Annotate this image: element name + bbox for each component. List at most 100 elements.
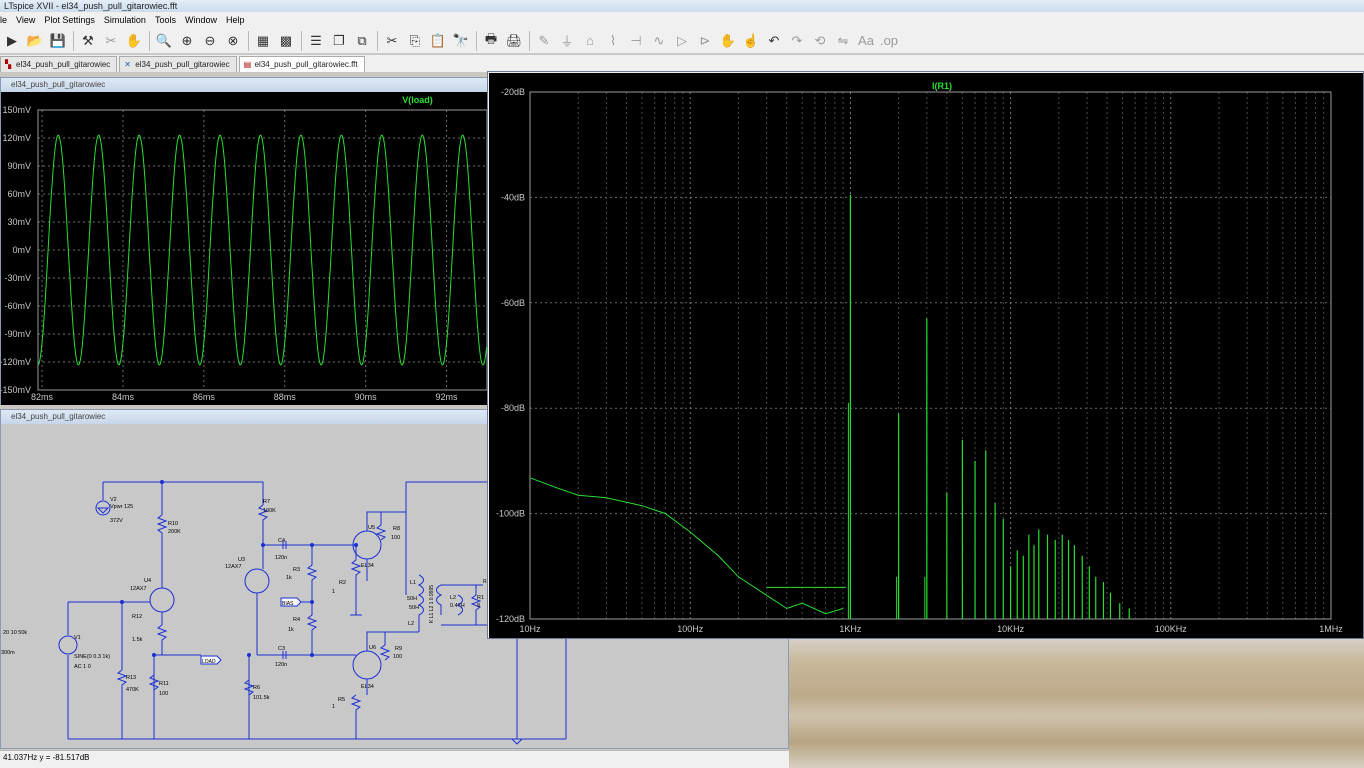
r4-label: R4	[293, 617, 300, 623]
open-folder-icon[interactable]: 📂	[25, 31, 45, 51]
transient-plot-svg: V(load) 150mV 120mV 90mV 60mV 30mV 0mV -30mV -60…	[1, 95, 488, 402]
tile-horizontal-icon[interactable]: ☰	[306, 31, 326, 51]
zoom-out-icon[interactable]: ⊖	[200, 31, 220, 51]
u6-value: EL34	[361, 684, 374, 690]
save-icon[interactable]: 💾	[48, 31, 68, 51]
y-tick-label: -120dB	[496, 614, 525, 624]
y-tick-label: -40dB	[501, 192, 525, 202]
y-tick-label: 150mV	[2, 105, 31, 115]
transient-plot-window: el34_push_pull_gitarowiec V(load) 150mV 12…	[0, 77, 488, 405]
x-tick-label: 84ms	[112, 392, 135, 402]
y-tick-label: -150mV	[1, 385, 31, 395]
r1-value: 8	[477, 603, 480, 609]
cascade-icon[interactable]: ❐	[329, 31, 349, 51]
component-icon[interactable]: ⊳	[695, 31, 715, 51]
move-hand-icon[interactable]: ✋	[718, 31, 738, 51]
u4-label: U4	[144, 578, 151, 584]
control-panel-icon[interactable]: ⚒	[78, 31, 98, 51]
x-tick-label: 86ms	[193, 392, 216, 402]
r1-label: R1	[477, 595, 484, 601]
menu-file[interactable]: le	[0, 15, 7, 25]
print-icon[interactable]: 🖶	[481, 31, 501, 51]
menu-simulation[interactable]: Simulation	[104, 15, 146, 25]
y-tick-label: 0mV	[12, 245, 31, 255]
x-tick-label: 82ms	[31, 392, 54, 402]
pan-hand-icon[interactable]: ✋	[124, 31, 144, 51]
window-title: el34_push_pull_gitarowiec	[1, 78, 487, 92]
fft-plot-area[interactable]: I(R1) -20dB -40dB -60dB -80dB -100dB -120dB 10H…	[489, 73, 1363, 638]
y-tick-label: -120mV	[1, 357, 31, 367]
spice-directive-icon[interactable]: .op	[879, 31, 899, 51]
c3-value: 120n	[275, 662, 287, 668]
tab-fft[interactable]: ▤ el34_push_pull_gitarowiec.fft	[238, 56, 365, 72]
drag-hand-icon[interactable]: ☝	[741, 31, 761, 51]
c4-label: C4	[278, 538, 285, 544]
resistor-icon[interactable]: ⌇	[603, 31, 623, 51]
ground-icon[interactable]: ⏚	[557, 31, 577, 51]
fft-plot-window: I(R1) -20dB -40dB -60dB -80dB -100dB -120dB 10H…	[487, 71, 1364, 639]
y-tick-label: -80dB	[501, 403, 525, 413]
v1-label: V1	[74, 635, 81, 641]
grid-icon[interactable]: ▩	[276, 31, 296, 51]
v2-value-2: 372V	[110, 518, 123, 524]
halt-icon[interactable]: ✂	[101, 31, 121, 51]
paste-icon[interactable]: 📋	[428, 31, 448, 51]
cut-icon[interactable]: ✂	[382, 31, 402, 51]
copy-icon[interactable]: ⎘	[405, 31, 425, 51]
u5-label: U5	[368, 525, 375, 531]
tab-waveform[interactable]: ✕ el34_push_pull_gitarowiec	[119, 56, 237, 72]
y-tick-label: -100dB	[496, 509, 525, 519]
trace-title-vload: V(load)	[402, 95, 433, 105]
tab-label: el34_push_pull_gitarowiec.fft	[254, 60, 358, 69]
r13-label: R13	[126, 675, 136, 681]
v2-value: Vpwr 125	[110, 504, 133, 510]
l1-value: 50H	[407, 596, 417, 602]
autorange-icon[interactable]: ▦	[253, 31, 273, 51]
capacitor-icon[interactable]: ⊣	[626, 31, 646, 51]
tab-schematic-1[interactable]: ▚ el34_push_pull_gitarowiec	[0, 56, 118, 72]
find-icon[interactable]: 🔭	[451, 31, 471, 51]
menu-plot-settings[interactable]: Plot Settings	[44, 15, 95, 25]
r12-value: 1.5k	[132, 637, 143, 643]
menu-help[interactable]: Help	[226, 15, 245, 25]
u5-value: EL34	[361, 563, 374, 569]
r5-value: 1	[332, 704, 335, 710]
zoom-fit-icon[interactable]: ⊗	[223, 31, 243, 51]
v1-value-2: AC 1 0	[74, 664, 91, 670]
app-title-bar: LTspice XVII - el34_push_pull_gitarowiec…	[0, 0, 1364, 12]
y-tick-label: 30mV	[7, 217, 31, 227]
undo-icon[interactable]: ↶	[764, 31, 784, 51]
l1-value-2: 50H	[409, 605, 419, 611]
mirror-icon[interactable]: ⇋	[833, 31, 853, 51]
diode-icon[interactable]: ▷	[672, 31, 692, 51]
r13-value: 470K	[126, 687, 139, 693]
menu-window[interactable]: Window	[185, 15, 217, 25]
zoom-area-icon[interactable]: 🔍	[154, 31, 174, 51]
transient-plot-area[interactable]: V(load) 150mV 120mV 90mV 60mV 30mV 0mV -30mV -60…	[1, 92, 488, 405]
r7-value: 100K	[263, 508, 276, 514]
print-preview-icon[interactable]: 🖨	[504, 31, 524, 51]
toolbar: ▶ 📂 💾 ⚒ ✂ ✋ 🔍 ⊕ ⊖ ⊗ ▦ ▩ ☰ ❐ ⧉ ✂ ⎘ 📋 🔭 🖶 …	[0, 28, 1364, 54]
inductor-icon[interactable]: ∿	[649, 31, 669, 51]
y-tick-label: 90mV	[7, 161, 31, 171]
tile-vertical-icon[interactable]: ⧉	[352, 31, 372, 51]
r2-label: R2	[339, 580, 346, 586]
text-icon[interactable]: Aa	[856, 31, 876, 51]
u6-label: U6	[369, 645, 376, 651]
bias-tag: BIAS	[282, 601, 294, 607]
y-tick-label: -20dB	[501, 87, 525, 97]
run-icon[interactable]: ▶	[2, 31, 22, 51]
r6-value: 101.5k	[253, 695, 270, 701]
label-net-icon[interactable]: ⌂	[580, 31, 600, 51]
rotate-icon[interactable]: ⟲	[810, 31, 830, 51]
y-tick-label: -30mV	[4, 273, 31, 283]
document-tab-bar: ▚ el34_push_pull_gitarowiec ✕ el34_push_pu…	[0, 55, 1364, 72]
redo-icon[interactable]: ↷	[787, 31, 807, 51]
menu-tools[interactable]: Tools	[155, 15, 176, 25]
plot-frame	[529, 91, 1332, 620]
wire-pencil-icon[interactable]: ✎	[534, 31, 554, 51]
zoom-in-icon[interactable]: ⊕	[177, 31, 197, 51]
v1-value: SINE(0 0.3 1k)	[74, 654, 110, 660]
menu-view[interactable]: View	[16, 15, 35, 25]
r7-label: R7	[263, 499, 270, 505]
